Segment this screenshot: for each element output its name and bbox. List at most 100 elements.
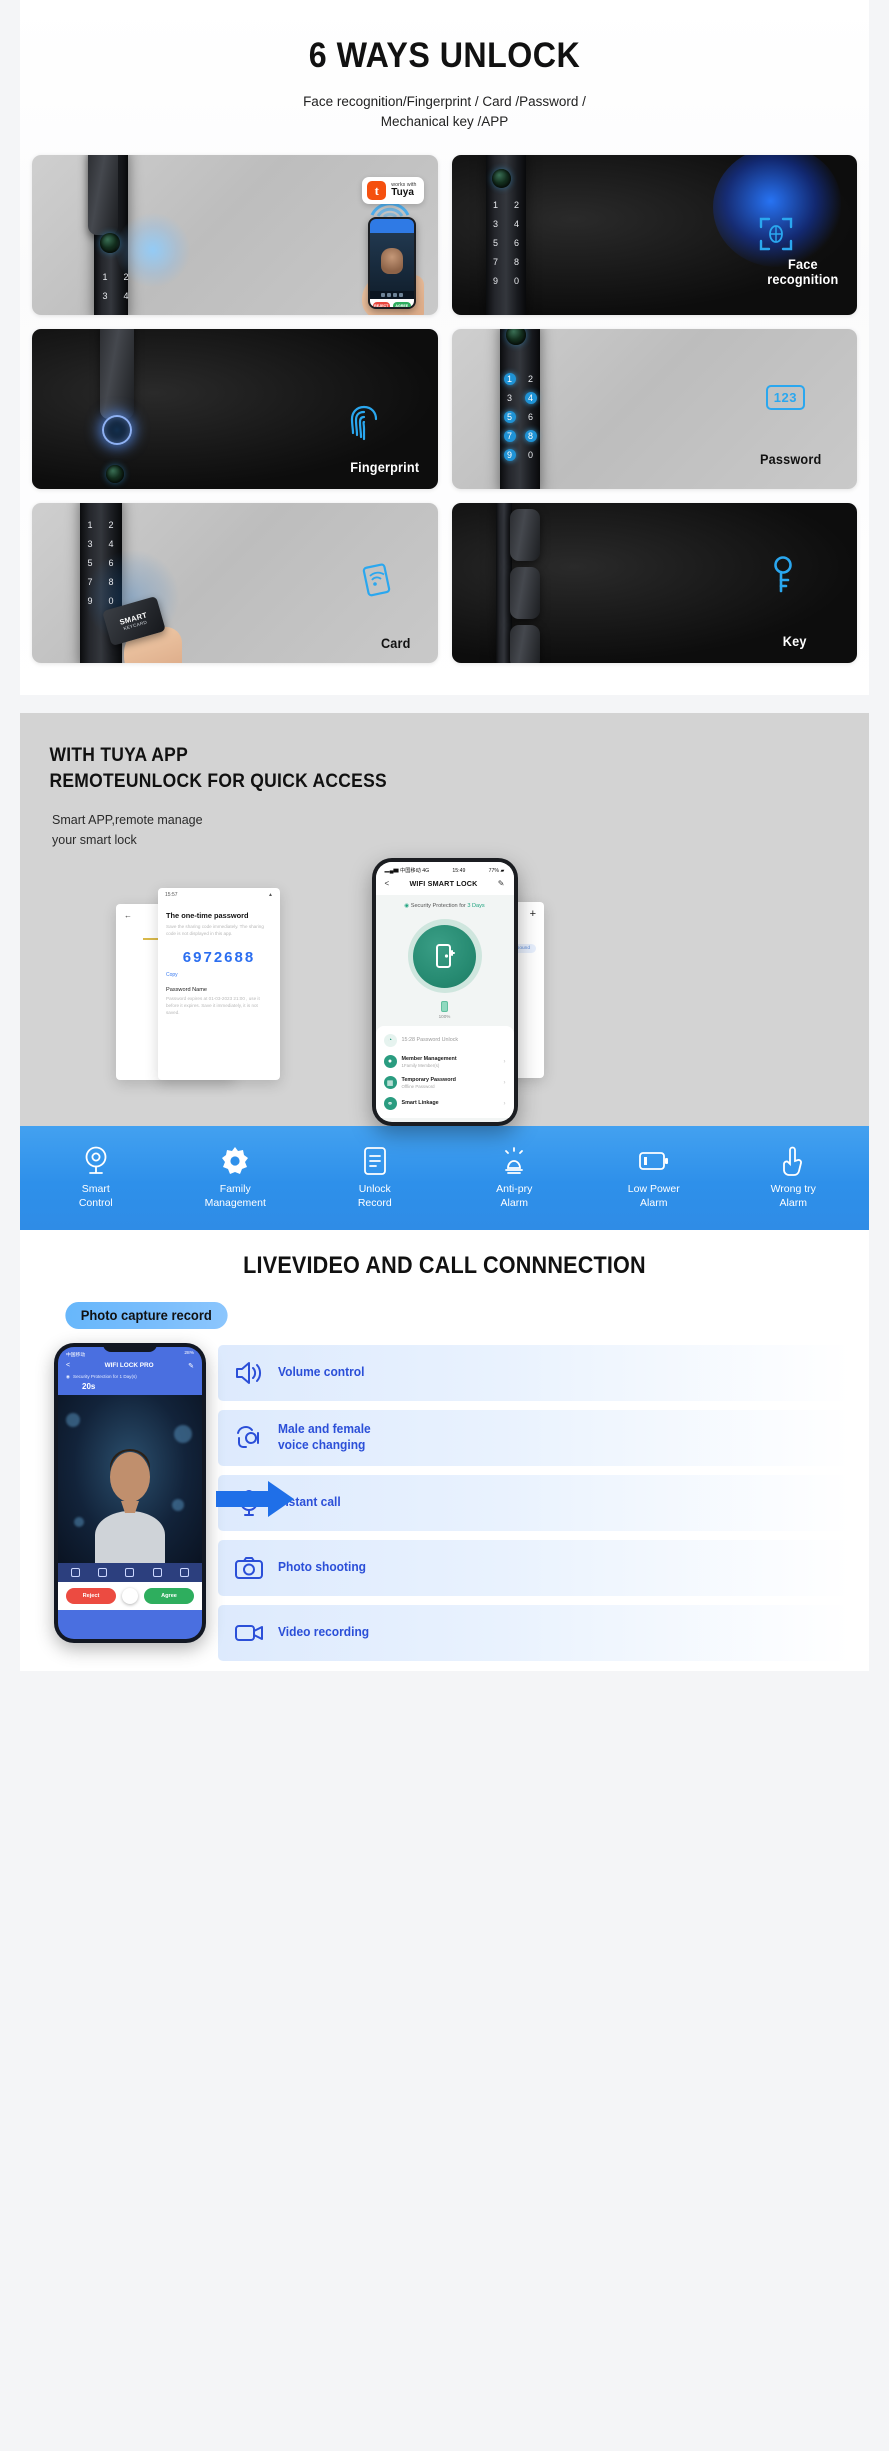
feature-smart-control[interactable]: Smart Control: [26, 1144, 166, 1209]
feature-unlock-record[interactable]: Unlock Record: [305, 1144, 445, 1209]
agree-button[interactable]: AGREE: [393, 302, 411, 308]
app-screen-one-time-password: 15:57 ▲ The one-time password Save the sh…: [158, 888, 280, 1081]
section2-heading-line-2: REMOTEUNLOCK FOR QUICK ACCESS: [49, 770, 387, 792]
back-icon[interactable]: <: [385, 879, 390, 888]
feature-anti-pry-alarm[interactable]: Anti-pry Alarm: [445, 1144, 585, 1209]
siren-icon: [445, 1144, 585, 1178]
carrier-label: 中国移动: [66, 1352, 86, 1358]
battery-percent-label: 28%: [184, 1350, 194, 1356]
keypad-key: 6: [513, 238, 519, 249]
feature-voice-changing[interactable]: Male and female voice changing: [218, 1409, 851, 1466]
status-bar-time: 15:49: [452, 867, 466, 874]
slider-knob[interactable]: [122, 1587, 138, 1604]
edit-icon[interactable]: ✎: [188, 1362, 194, 1370]
reject-button[interactable]: Reject: [66, 1587, 116, 1604]
keypad-key: 4: [513, 219, 519, 230]
card-label: Card: [381, 636, 411, 651]
keypad-key: 4: [108, 539, 114, 550]
feature-volume-control[interactable]: Volume control: [218, 1344, 851, 1401]
app-nav-bar: < WIFI SMART LOCK ✎: [375, 876, 514, 896]
card-label: Password: [760, 452, 821, 467]
keypad-key: 1: [87, 520, 93, 531]
feature-bar: Smart Control Family Management Unlock Reco…: [20, 1126, 869, 1230]
page-footer-spacer: [0, 1670, 889, 1697]
fingerprint-icon: [350, 406, 377, 441]
keypad-key: 8: [524, 430, 537, 443]
list-item-subtitle: 1Family Member(s): [401, 1062, 440, 1068]
keypad-key: 8: [513, 257, 519, 268]
main-phone-mockup: ▂▄▆ 中国移动 4G 15:49 77% ▰ < WIFI SMART LOC…: [371, 858, 518, 1127]
unlock-card-nfc-card[interactable]: 1 2 3 4 5 6 7 8 9 0 SMART KEYCARD Card: [32, 503, 438, 664]
unlock-card-password[interactable]: 1 2 3 4 5 6 7 8 9 0 123 Password: [451, 329, 857, 490]
feature-low-power-alarm[interactable]: Low Power Alarm: [584, 1144, 724, 1209]
feature-label-line-1: Photo shooting: [278, 1559, 366, 1574]
keypad-key: 8: [108, 577, 114, 588]
microphone-icon[interactable]: [125, 1567, 135, 1577]
one-time-password-title: The one-time password: [166, 911, 249, 921]
reject-button[interactable]: REJECT: [372, 302, 390, 308]
lock-handle-mid: [509, 567, 540, 620]
feature-instant-call[interactable]: Instant call: [218, 1474, 851, 1531]
feature-video-recording[interactable]: Video recording: [218, 1604, 851, 1661]
live-video-feed: [58, 1394, 202, 1563]
agree-button[interactable]: Agree: [144, 1587, 194, 1604]
keypad-key: 0: [527, 450, 533, 461]
video-camera-icon[interactable]: [179, 1567, 189, 1577]
nfc-card-icon: [362, 563, 390, 597]
list-item[interactable]: ▦ Temporary Password Offline Password ›: [376, 1072, 514, 1093]
link-icon: ⚭: [383, 1097, 397, 1111]
voice-change-icon[interactable]: [98, 1567, 108, 1577]
feature-family-management[interactable]: Family Management: [166, 1144, 306, 1209]
add-device-icon[interactable]: +: [530, 909, 536, 920]
copy-link[interactable]: Copy: [166, 972, 272, 978]
document-list-icon: [305, 1144, 445, 1178]
back-icon[interactable]: <: [66, 1362, 70, 1369]
card-label-line-2: recognition: [767, 272, 839, 288]
page-subtitle: Face recognition/Fingerprint / Card /Pas…: [20, 92, 869, 131]
unlock-card-fingerprint[interactable]: Fingerprint: [32, 329, 438, 490]
visitor-face: [380, 247, 403, 274]
card-label-line-1: Card: [380, 636, 411, 652]
list-item[interactable]: ● Member Management 1Family Member(s) ›: [376, 1051, 514, 1072]
app-call-actions: REJECT AGREE: [369, 299, 414, 308]
visitor-person: [95, 1448, 165, 1563]
keypad-key: 1: [503, 373, 516, 386]
chevron-right-icon: ›: [503, 1100, 506, 1107]
lock-keypad: 1 2 3 4 5 6 7 8 9 0: [84, 519, 117, 607]
unlock-button[interactable]: [413, 924, 476, 988]
lock-handle: [100, 329, 134, 420]
list-item[interactable]: ◔ 15:28 Password Unlock: [376, 1030, 514, 1051]
feature-photo-shooting[interactable]: Photo shooting: [218, 1539, 851, 1596]
speaker-icon[interactable]: [71, 1567, 81, 1577]
keypad-key: 7: [492, 257, 498, 268]
section2-subtitle: Smart APP,remote manage your smart lock: [20, 810, 869, 850]
list-item-subtitle: Offline Password: [401, 1083, 435, 1089]
chevron-right-icon: ›: [503, 1079, 506, 1086]
status-bar-right: 77% ▰: [489, 868, 505, 874]
unlock-card-face-recognition[interactable]: 1 2 3 4 5 6 7 8 9 0 Face recognition: [451, 155, 857, 316]
unlock-card-mechanical-key[interactable]: Key: [451, 503, 857, 664]
fingerprint-sensor: [102, 415, 132, 446]
one-time-password-desc: Save the sharing code immediately. The s…: [166, 923, 264, 936]
app-screens-collage: ← Alarm 15:57▲ The one-time password Sav…: [20, 858, 869, 1127]
lock-handle-bottom: [509, 625, 540, 664]
edit-icon[interactable]: ✎: [498, 879, 505, 888]
feature-wrong-try-alarm[interactable]: Wrong try Alarm: [724, 1144, 864, 1209]
keypad-key: 2: [513, 200, 519, 211]
card-label: Fingerprint: [350, 460, 419, 475]
lock-keypad: 1 2 3 4 5 6 7 8 9 0: [503, 373, 537, 462]
feature-label-line-1: Male and female: [278, 1422, 371, 1437]
video-toolbar: [58, 1562, 202, 1582]
card-label: Face recognition: [768, 257, 839, 287]
keypad-key: 3: [87, 539, 93, 550]
keypad-key: 6: [108, 558, 114, 569]
video-camera-icon: [234, 1621, 264, 1645]
unlock-button-ring[interactable]: [407, 919, 482, 994]
list-item[interactable]: ⚭ Smart Linkage ›: [376, 1093, 514, 1114]
six-ways-unlock-section: 6 WAYS UNLOCK Face recognition/Fingerpri…: [20, 0, 869, 696]
keypad-key: 3: [492, 219, 498, 230]
section2-heading-line-1: WITH TUYA APP: [49, 745, 189, 767]
unlock-card-app[interactable]: 1 2 3 4 t works with Tuya REJECT AGREE: [32, 155, 438, 316]
camera-icon[interactable]: [152, 1567, 162, 1577]
protection-prefix: Security Protection for: [410, 903, 468, 910]
